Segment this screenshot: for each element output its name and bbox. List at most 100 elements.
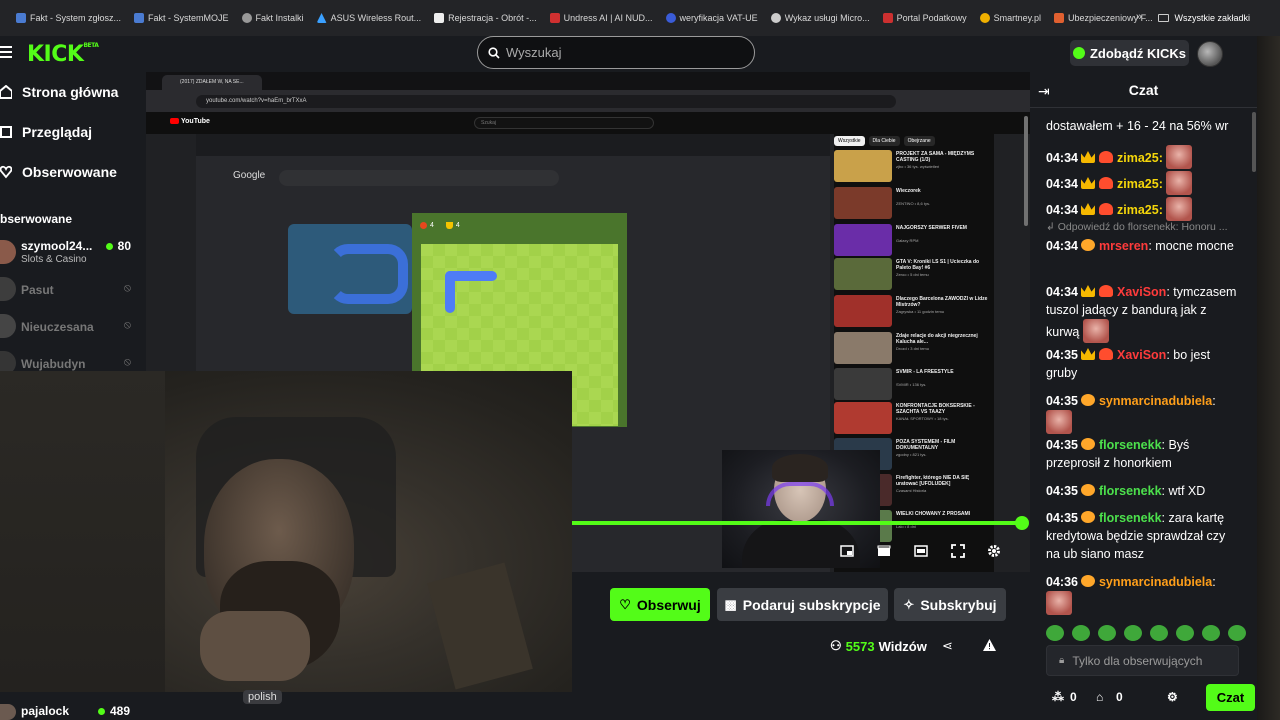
channel-item[interactable]: szymool24... Slots & Casino 80 <box>0 238 136 272</box>
emoji-badge-icon <box>1080 484 1095 496</box>
emoji-badge-icon <box>1080 394 1095 406</box>
fullscreen-icon[interactable] <box>950 543 966 559</box>
yt-video-item: NAJGORSZY SERWER FIVEM Galaxy RPM <box>834 224 994 258</box>
nav-following[interactable]: Obserwowane <box>0 164 117 180</box>
bookmarks-bar: Fakt - System zgłosz... Fakt - SystemMOJ… <box>0 0 1280 36</box>
reply-reference[interactable]: ↲ Odpowiedź do florsenekk: Honoru ... <box>1046 221 1246 233</box>
streamer-browser-tab: (2017) ZDAŁEM W, NA SE... <box>162 75 262 90</box>
emote-button[interactable] <box>1124 625 1142 641</box>
channel-item[interactable]: Nieuczesana ⦸ <box>0 312 136 346</box>
channel-avatar <box>0 704 16 720</box>
chat-username[interactable]: zima25 <box>1117 151 1159 165</box>
chat-message: 04:35 florsenekk: Byś przeprosił z honork… <box>1046 438 1190 470</box>
bookmark-icon <box>882 13 893 23</box>
report-icon[interactable] <box>983 638 996 656</box>
emote-bar <box>1046 625 1246 643</box>
yt-thumbnail <box>834 368 892 400</box>
bookmark-item[interactable]: Fakt - System zgłosz... <box>16 13 121 23</box>
bookmark-item[interactable]: Rejestracja - Obrót -... <box>434 13 537 23</box>
offline-icon: ⦸ <box>123 319 131 331</box>
snake-body <box>445 271 455 313</box>
nav-browse[interactable]: Przeglądaj <box>0 124 92 140</box>
emoji-badge-icon <box>1080 511 1095 523</box>
crown-badge-icon <box>1080 151 1095 163</box>
bookmark-item[interactable]: Portal Podatkowy <box>882 13 967 23</box>
nav-home[interactable]: Strona główna <box>0 84 118 100</box>
emote-button[interactable] <box>1176 625 1194 641</box>
follow-button[interactable]: ♡ Obserwuj <box>610 588 710 621</box>
get-kicks-button[interactable]: Zdobądź KICKs <box>1070 40 1189 66</box>
emote-button[interactable] <box>1072 625 1090 641</box>
all-bookmarks-button[interactable]: Wszystkie zakładki <box>1158 0 1250 36</box>
bookmark-item[interactable]: Fakt Instalki <box>241 13 304 23</box>
chat-username[interactable]: zima25 <box>1117 177 1159 191</box>
bookmark-icon <box>979 13 990 23</box>
chat-emote <box>1046 410 1072 434</box>
youtube-logo: YouTube <box>170 118 210 125</box>
emote-button[interactable] <box>1202 625 1220 641</box>
home-icon <box>0 85 12 99</box>
chat-footer: ⁂ 0 ⌂ 0 ⚙︎ Czat <box>1046 684 1255 711</box>
yt-video-item: Wieczorek ZENTINO • 8,6 tys. <box>834 187 994 221</box>
bookmark-item[interactable]: Smartney.pl <box>979 13 1041 23</box>
clip-icon[interactable] <box>876 543 892 559</box>
streamer-browser-tabs: (2017) ZDAŁEM W, NA SE... <box>146 72 1030 90</box>
chat-username[interactable]: florsenekk <box>1099 511 1162 525</box>
chat-emote <box>1046 591 1072 615</box>
crown-badge-icon <box>1080 177 1095 189</box>
yt-thumbnail <box>834 295 892 327</box>
gift-badge-icon <box>1098 151 1113 163</box>
viewer-count: 489 <box>98 704 130 718</box>
streamer-browser-toolbar: youtube.com/watch?v=haEm_brTXxA <box>146 90 1030 112</box>
bookmark-icon <box>549 13 560 23</box>
top-navigation: KICKBETA Wyszukaj Zdobądź KICKs <box>0 36 1280 72</box>
pip-icon[interactable] <box>839 543 855 559</box>
users-icon: ⚇ <box>830 638 842 653</box>
theater-mode-icon[interactable] <box>913 543 929 559</box>
emote-button[interactable] <box>1046 625 1064 641</box>
chat-username[interactable]: mrseren <box>1099 239 1148 253</box>
streamer-webcam <box>0 371 572 692</box>
bookmark-icon <box>316 13 327 23</box>
lock-icon: 🔒︎ <box>1059 655 1065 666</box>
chat-username[interactable]: florsenekk <box>1099 484 1162 498</box>
channel-item[interactable]: Pasut ⦸ <box>0 275 136 309</box>
channel-item[interactable]: pajalock 489 <box>0 702 146 720</box>
chat-username[interactable]: zima25 <box>1117 203 1159 217</box>
emote-button[interactable] <box>1150 625 1168 641</box>
emote-button[interactable] <box>1098 625 1116 641</box>
store-icon[interactable]: ⌂ <box>1096 690 1103 704</box>
progress-handle[interactable] <box>1015 516 1029 530</box>
bookmark-item[interactable]: Wykaz usługi Micro... <box>770 13 870 23</box>
chat-username[interactable]: XaviSon <box>1117 348 1166 362</box>
yt-thumbnail <box>834 402 892 434</box>
share-icon[interactable]: ⋖ <box>942 638 953 654</box>
bookmarks-more-button[interactable]: » <box>1136 11 1142 23</box>
chat-username[interactable]: XaviSon <box>1117 285 1166 299</box>
bookmark-item[interactable]: weryfikacja VAT-UE <box>665 13 758 23</box>
user-avatar[interactable] <box>1197 41 1223 67</box>
gift-subs-button[interactable]: ▩ Podaruj subskrypcje <box>717 588 888 621</box>
bookmark-item[interactable]: ASUS Wireless Rout... <box>316 13 421 23</box>
scrollbar[interactable] <box>1024 116 1028 226</box>
yt-video-item: Zdaje relacje do akcji niegrzecznej Kalu… <box>834 332 994 366</box>
chat-username[interactable]: florsenekk <box>1099 438 1162 452</box>
emote-button[interactable] <box>1228 625 1246 641</box>
kicks-icon[interactable]: ⁂ <box>1052 690 1064 704</box>
bookmark-item[interactable]: Fakt - SystemMOJE <box>134 13 229 23</box>
guest-webcam <box>722 450 880 568</box>
progress-bar[interactable] <box>572 521 1022 525</box>
menu-icon[interactable] <box>0 46 12 60</box>
chat-message: 04:35 XaviSon: bo jest gruby <box>1046 348 1211 380</box>
kick-logo[interactable]: KICKBETA <box>27 42 99 67</box>
chat-username[interactable]: synmarcinadubiela <box>1099 394 1212 408</box>
chat-username[interactable]: synmarcinadubiela <box>1099 575 1212 589</box>
gift-icon: ▩ <box>724 596 737 612</box>
chat-send-button[interactable]: Czat <box>1206 684 1255 711</box>
subscribe-button[interactable]: ✧ Subskrybuj <box>894 588 1006 621</box>
search-input[interactable]: Wyszukaj <box>477 36 755 69</box>
settings-icon[interactable] <box>986 543 1002 559</box>
chat-settings-icon[interactable]: ⚙︎ <box>1167 690 1178 704</box>
bookmark-item[interactable]: Undress AI | AI NUD... <box>549 13 653 23</box>
chat-input[interactable]: 🔒︎ Tylko dla obserwujących <box>1046 645 1239 676</box>
